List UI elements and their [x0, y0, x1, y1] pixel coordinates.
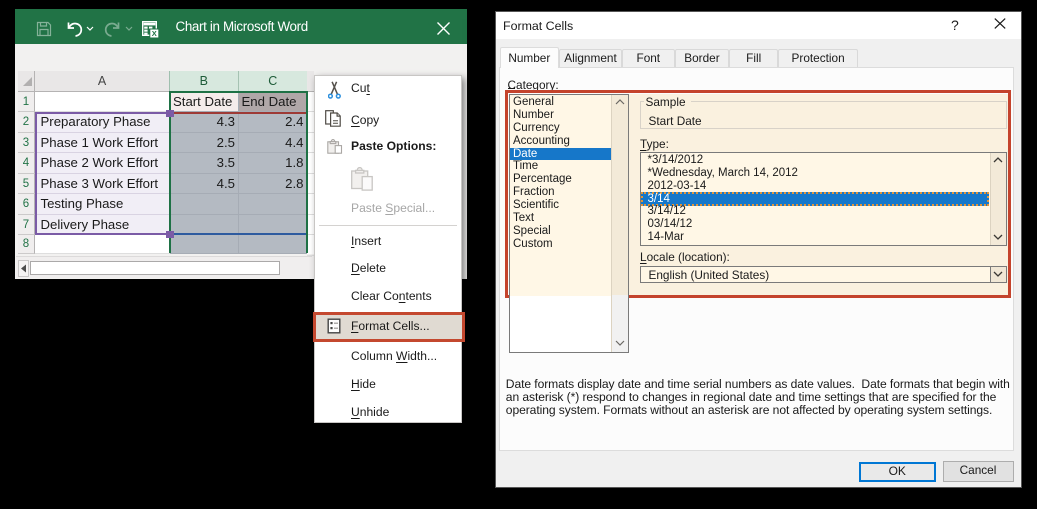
svg-text:X: X: [152, 29, 157, 38]
